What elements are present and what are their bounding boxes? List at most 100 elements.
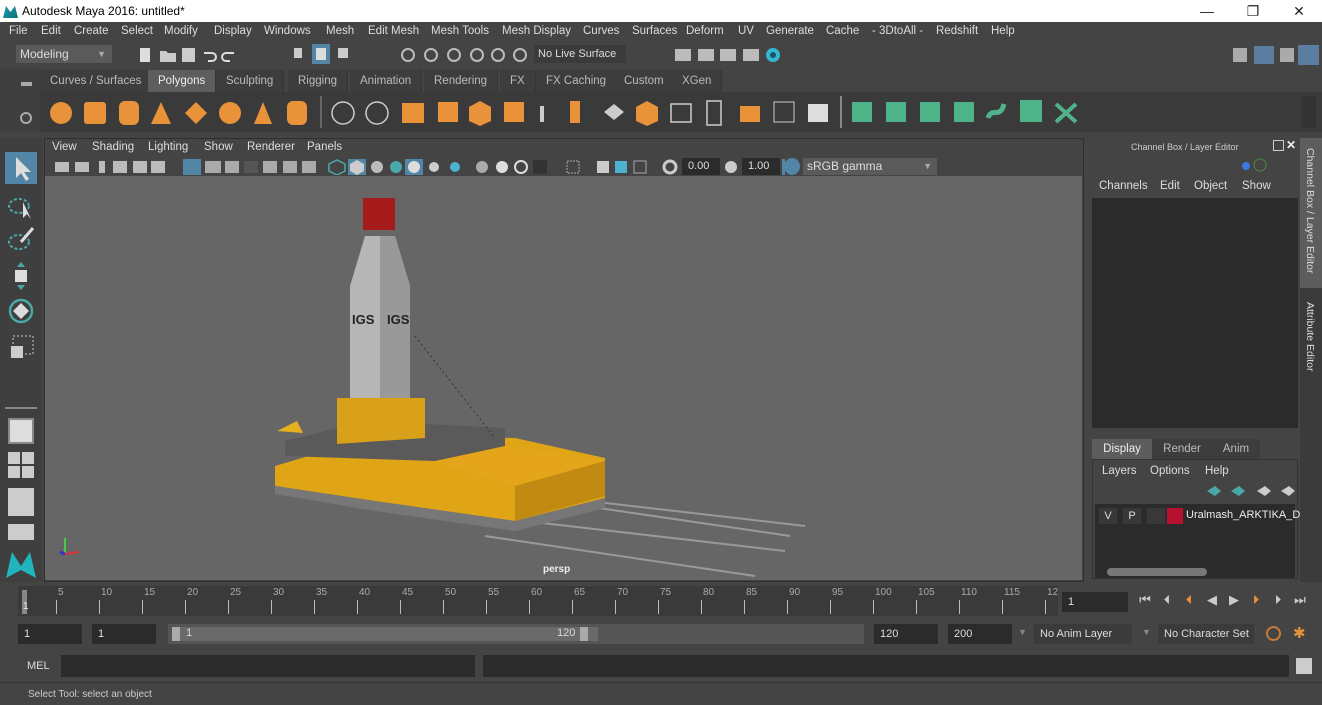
color-space-dropdown[interactable]: sRGB gamma ▼: [803, 158, 937, 175]
menu-mesh-tools[interactable]: Mesh Tools: [431, 25, 489, 37]
shelf-tab-sculpting[interactable]: Sculpting: [216, 70, 285, 92]
menu-cache[interactable]: Cache: [826, 25, 859, 37]
animation-end-field[interactable]: 200: [948, 624, 1012, 644]
options-menu[interactable]: Options: [1150, 465, 1190, 477]
minimize-button[interactable]: —: [1184, 0, 1230, 22]
float-panel-icon[interactable]: [1273, 140, 1284, 151]
side-tab-attribute-editor[interactable]: Attribute Editor: [1300, 296, 1322, 386]
menu-deform[interactable]: Deform: [686, 25, 724, 37]
step-forward-frame-button[interactable]: ⏵: [1269, 590, 1287, 610]
menu-surfaces[interactable]: Surfaces: [632, 25, 677, 37]
viewport-menu-lighting[interactable]: Lighting: [148, 141, 188, 153]
animation-start-field[interactable]: 1: [18, 624, 82, 644]
3d-viewport[interactable]: IGS IGS persp: [45, 176, 1082, 580]
layer-tab-display[interactable]: Display: [1092, 439, 1152, 459]
exposure-field[interactable]: 0.00: [682, 158, 720, 175]
layer-display-type-toggle[interactable]: [1147, 508, 1165, 524]
step-back-key-button[interactable]: ⏴: [1180, 590, 1198, 610]
layer-name[interactable]: Uralmash_ARKTIKA_Dri: [1186, 509, 1306, 521]
side-tab-channel-box[interactable]: Channel Box / Layer Editor: [1300, 138, 1322, 288]
layers-menu[interactable]: Layers: [1102, 465, 1137, 477]
layer-tab-render[interactable]: Render: [1152, 439, 1212, 459]
viewport-menu-shading[interactable]: Shading: [92, 141, 134, 153]
command-input[interactable]: [61, 655, 475, 677]
script-editor-icon[interactable]: [1296, 658, 1312, 674]
menu-edit-mesh[interactable]: Edit Mesh: [368, 25, 419, 37]
time-slider[interactable]: 5 10 15 20 25 30 35 40 45 50 55 60 65 70 75 80 85 90 95 100…: [18, 586, 1058, 616]
shelf-settings-gear-icon[interactable]: [20, 112, 32, 124]
auto-key-icon[interactable]: [1266, 626, 1281, 641]
shelf-tab-xgen[interactable]: XGen: [672, 70, 723, 92]
menu-edit[interactable]: Edit: [41, 25, 61, 37]
live-surface-field[interactable]: No Live Surface: [534, 45, 626, 63]
step-back-frame-button[interactable]: ⏴: [1158, 590, 1176, 610]
persp-graph-layout-button[interactable]: [8, 524, 34, 540]
menu-select[interactable]: Select: [121, 25, 153, 37]
four-view-layout-button[interactable]: [8, 452, 34, 480]
layer-tab-anim[interactable]: Anim: [1212, 439, 1260, 459]
playback-start-field[interactable]: 1: [92, 624, 156, 644]
channel-edit-menu[interactable]: Edit: [1160, 180, 1180, 192]
menu-modify[interactable]: Modify: [164, 25, 198, 37]
go-to-end-button[interactable]: ⏭: [1291, 590, 1309, 610]
menu-help[interactable]: Help: [991, 25, 1015, 37]
viewport-menu-renderer[interactable]: Renderer: [247, 141, 295, 153]
layer-horizontal-scrollbar[interactable]: [1095, 566, 1295, 578]
shelf-tab-rendering[interactable]: Rendering: [424, 70, 499, 92]
range-slider-end-handle[interactable]: [580, 627, 588, 641]
layer-help-menu[interactable]: Help: [1205, 465, 1229, 477]
layer-row[interactable]: V P Uralmash_ARKTIKA_Dri: [1095, 508, 1306, 524]
close-panel-icon[interactable]: ✕: [1286, 138, 1296, 152]
select-tool-button[interactable]: [5, 152, 37, 184]
menu-uv[interactable]: UV: [738, 25, 754, 37]
command-language-label[interactable]: MEL: [27, 660, 50, 672]
mode-selector[interactable]: Modeling ▼: [16, 45, 112, 63]
menu-display[interactable]: Display: [214, 25, 252, 37]
range-slider[interactable]: 1 120: [168, 624, 864, 644]
play-backwards-button[interactable]: ◀: [1203, 590, 1221, 610]
step-forward-key-button[interactable]: ⏵: [1247, 590, 1265, 610]
go-to-start-button[interactable]: ⏮: [1136, 590, 1154, 610]
menu-file[interactable]: File: [9, 25, 28, 37]
viewport-menu-panels[interactable]: Panels: [307, 141, 342, 153]
range-slider-track[interactable]: [172, 627, 598, 641]
shelf-tab-rigging[interactable]: Rigging: [288, 70, 348, 92]
maya-home-logo-icon[interactable]: [4, 548, 38, 580]
maximize-button[interactable]: ❐: [1230, 0, 1276, 22]
menu-mesh-display[interactable]: Mesh Display: [502, 25, 571, 37]
viewport-menu-view[interactable]: View: [52, 141, 77, 153]
color-management-toggle[interactable]: [784, 158, 800, 175]
viewport-menu-show[interactable]: Show: [204, 141, 233, 153]
shelf-tab-polygons[interactable]: Polygons: [148, 70, 217, 92]
shelf-tab-fx-caching[interactable]: FX Caching: [536, 70, 618, 92]
layer-visibility-toggle[interactable]: V: [1099, 508, 1117, 524]
animation-preferences-icon[interactable]: ✱: [1293, 624, 1306, 642]
single-perspective-layout-button[interactable]: [8, 418, 34, 444]
menu-generate[interactable]: Generate: [766, 25, 814, 37]
shelf-tab-fx[interactable]: FX: [500, 70, 536, 92]
menu-3dtoall[interactable]: - 3DtoAll -: [872, 25, 923, 37]
menu-mesh[interactable]: Mesh: [326, 25, 354, 37]
shelf-tab-curves-surfaces[interactable]: Curves / Surfaces: [40, 70, 153, 92]
shelf-tab-custom[interactable]: Custom: [614, 70, 675, 92]
scrollbar-thumb[interactable]: [1107, 568, 1207, 576]
shelf-menu-icon[interactable]: [21, 82, 32, 86]
play-forwards-button[interactable]: ▶: [1225, 590, 1243, 610]
playback-end-field[interactable]: 120: [874, 624, 938, 644]
persp-outliner-layout-button[interactable]: [8, 488, 34, 516]
channels-menu[interactable]: Channels: [1099, 180, 1148, 192]
shelf-tab-animation[interactable]: Animation: [350, 70, 423, 92]
menu-create[interactable]: Create: [74, 25, 109, 37]
shelf-scroll[interactable]: [1302, 96, 1316, 128]
gamma-field[interactable]: 1.00: [742, 158, 780, 175]
menu-curves[interactable]: Curves: [583, 25, 619, 37]
character-set-dropdown[interactable]: No Character Set: [1158, 624, 1254, 644]
close-button[interactable]: ✕: [1276, 0, 1322, 22]
anim-layer-dropdown[interactable]: No Anim Layer: [1034, 624, 1132, 644]
show-menu[interactable]: Show: [1242, 180, 1271, 192]
layer-color-swatch[interactable]: [1167, 508, 1183, 524]
current-frame-field[interactable]: 1: [1062, 592, 1128, 612]
layer-playback-toggle[interactable]: P: [1123, 508, 1141, 524]
menu-windows[interactable]: Windows: [264, 25, 311, 37]
object-menu[interactable]: Object: [1194, 180, 1227, 192]
